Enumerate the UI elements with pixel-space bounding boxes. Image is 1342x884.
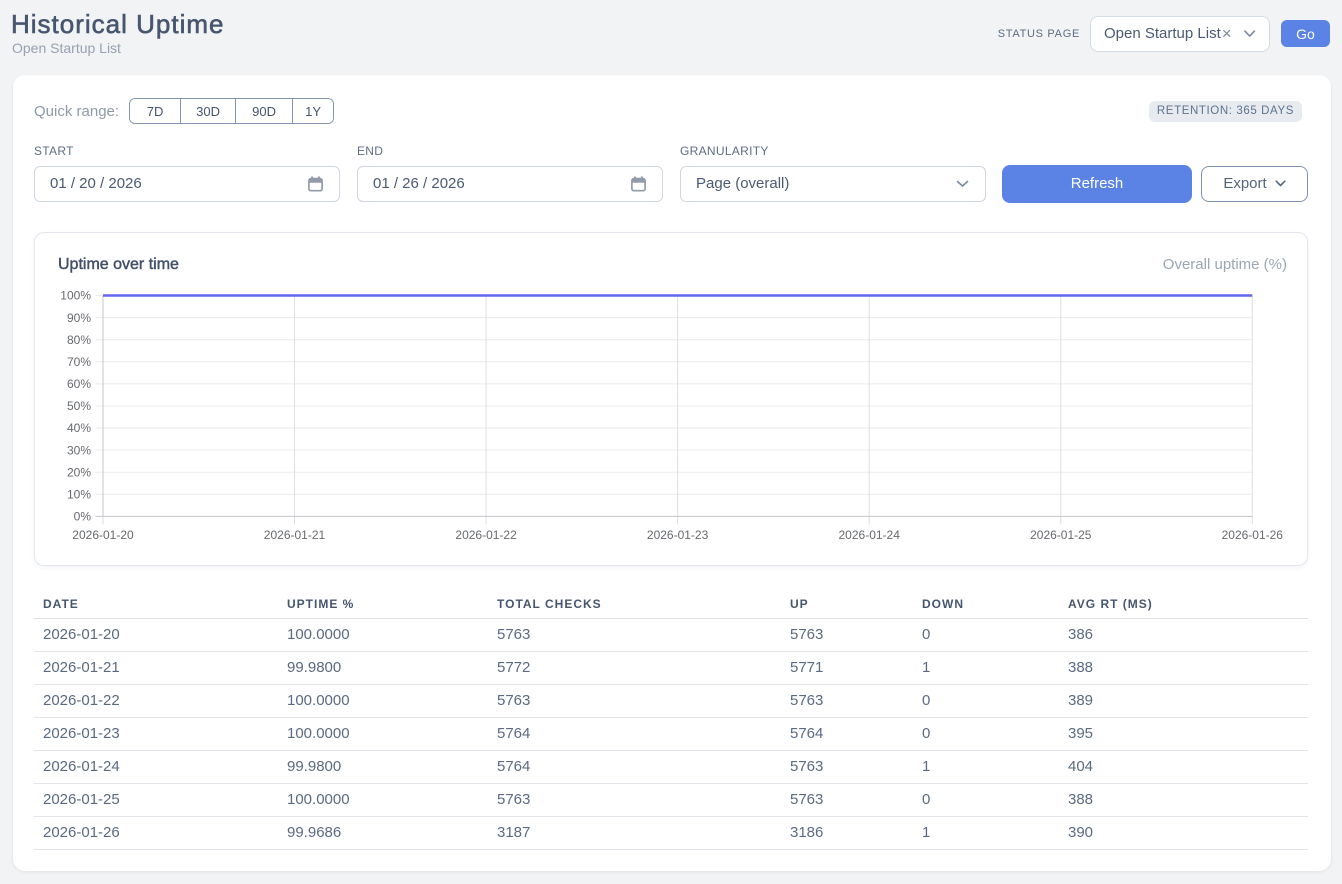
- svg-text:40%: 40%: [67, 421, 91, 435]
- svg-text:2026-01-24: 2026-01-24: [839, 528, 901, 542]
- svg-text:2026-01-20: 2026-01-20: [72, 528, 134, 542]
- svg-text:2026-01-21: 2026-01-21: [264, 528, 326, 542]
- svg-text:20%: 20%: [67, 465, 91, 479]
- svg-text:2026-01-26: 2026-01-26: [1222, 528, 1284, 542]
- svg-text:50%: 50%: [67, 399, 91, 413]
- svg-text:30%: 30%: [67, 443, 91, 457]
- svg-text:10%: 10%: [67, 488, 91, 502]
- svg-text:2026-01-23: 2026-01-23: [647, 528, 709, 542]
- svg-text:90%: 90%: [67, 311, 91, 325]
- svg-text:60%: 60%: [67, 377, 91, 391]
- svg-text:2026-01-22: 2026-01-22: [455, 528, 517, 542]
- svg-text:70%: 70%: [67, 355, 91, 369]
- svg-text:80%: 80%: [67, 333, 91, 347]
- svg-text:0%: 0%: [74, 510, 92, 524]
- svg-text:100%: 100%: [60, 289, 91, 303]
- svg-text:2026-01-25: 2026-01-25: [1030, 528, 1092, 542]
